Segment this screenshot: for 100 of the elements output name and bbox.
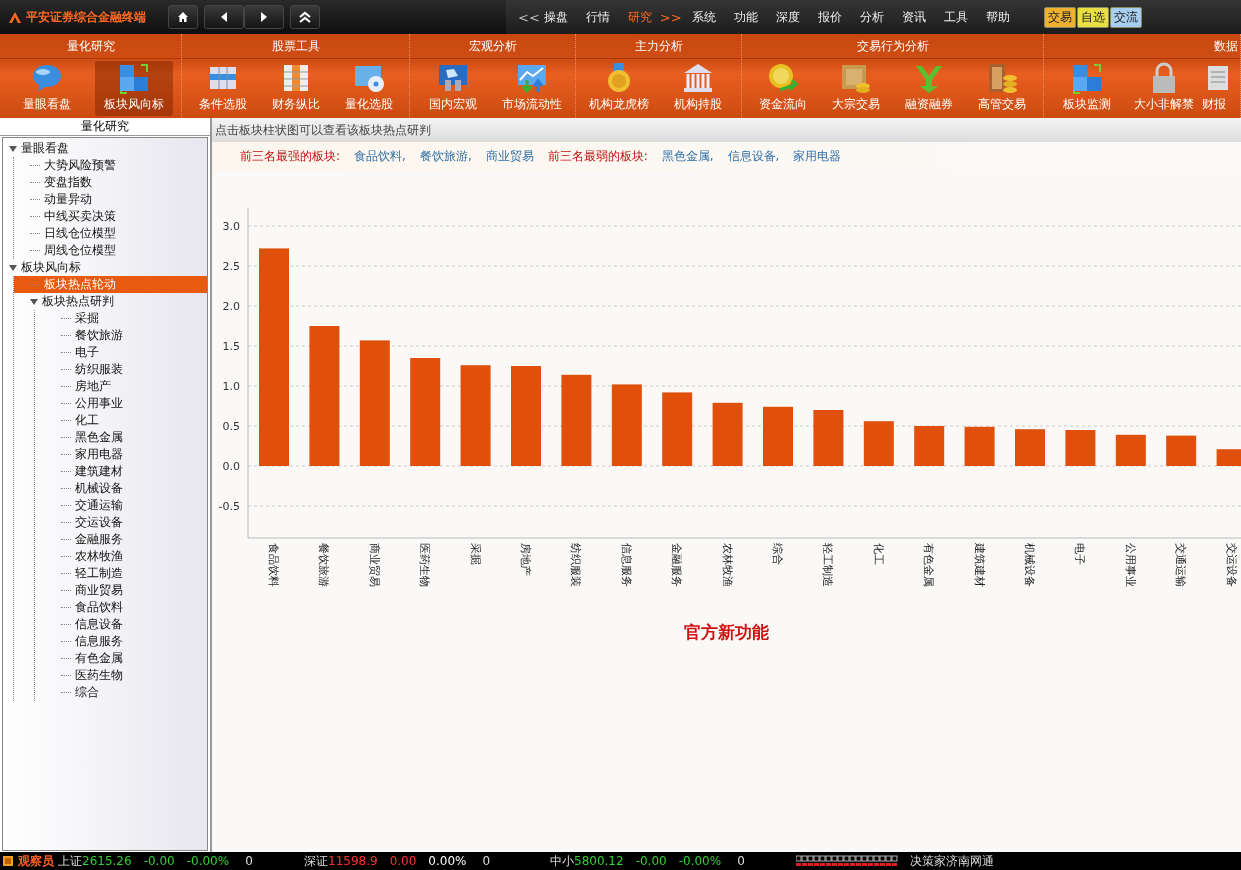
bar[interactable] (712, 402, 743, 466)
back-button[interactable] (204, 5, 244, 29)
bar[interactable] (813, 410, 844, 466)
toolbar-button[interactable]: 财报 (1202, 61, 1236, 116)
tree-item[interactable]: 黑色金属 (35, 429, 207, 446)
menu-item[interactable]: 工具 (943, 8, 968, 26)
quick-button[interactable]: 自选 (1076, 6, 1109, 28)
tree-item[interactable]: 医药生物 (35, 667, 207, 684)
tree-item[interactable]: 餐饮旅游 (35, 327, 207, 344)
tree-item[interactable]: 纺织服装 (35, 361, 207, 378)
bar[interactable] (914, 426, 945, 466)
tree-item[interactable]: 日线仓位模型 (14, 225, 207, 242)
toolbar-button[interactable]: 市场流动性 (492, 61, 571, 116)
tree-item[interactable]: 商业贸易 (35, 582, 207, 599)
tree-item[interactable]: 建筑建材 (35, 463, 207, 480)
bar[interactable] (460, 365, 491, 466)
rank-label: 前三名最强的板块: (240, 148, 341, 165)
bar[interactable] (561, 374, 592, 466)
menu-item[interactable]: 帮助 (985, 8, 1010, 26)
tree-item[interactable]: 有色金属 (35, 650, 207, 667)
bar[interactable] (964, 426, 995, 466)
tree-item[interactable]: 板块风向标 (3, 259, 207, 276)
collapse-button[interactable] (290, 5, 320, 29)
tree-item[interactable]: 化工 (35, 412, 207, 429)
sector-link[interactable]: 商业贸易 (485, 148, 534, 165)
tree-item[interactable]: 农林牧渔 (35, 548, 207, 565)
tree-item[interactable]: 家用电器 (35, 446, 207, 463)
bar[interactable] (1065, 430, 1096, 466)
menu-item[interactable]: 报价 (817, 8, 842, 26)
tree-item[interactable]: 板块热点轮动 (14, 276, 207, 293)
quick-button[interactable]: 交易 (1043, 6, 1076, 28)
index-name: 深证 (304, 852, 328, 870)
tree-item[interactable]: 信息服务 (35, 633, 207, 650)
toolbar-button[interactable]: 国内宏观 (414, 61, 493, 116)
tree-item[interactable]: 机械设备 (35, 480, 207, 497)
bar[interactable] (611, 384, 642, 466)
toolbar-button[interactable]: 融资融券 (892, 61, 966, 116)
tree-item[interactable]: 金融服务 (35, 531, 207, 548)
index-volume: 0 (245, 854, 253, 868)
tree-item[interactable]: 综合 (35, 684, 207, 701)
toolbar-button[interactable]: 机构持股 (658, 61, 737, 116)
tree-item[interactable]: 食品饮料 (35, 599, 207, 616)
x-tick-label: 综合 (771, 543, 784, 565)
menu-item[interactable]: 资讯 (901, 8, 926, 26)
tree-item[interactable]: 交运设备 (35, 514, 207, 531)
menu-item[interactable]: 系统 (691, 8, 716, 26)
forward-button[interactable] (244, 5, 284, 29)
bar[interactable] (1216, 449, 1241, 466)
sector-link[interactable]: 食品饮料, (354, 148, 406, 165)
home-icon (177, 11, 189, 23)
tree-item[interactable]: 轻工制造 (35, 565, 207, 582)
toolbar-button[interactable]: 量眼看盘 (8, 61, 87, 116)
sector-link[interactable]: 信息设备, (727, 148, 780, 165)
toolbar-button[interactable]: 板块监测 (1048, 61, 1125, 116)
bar[interactable] (410, 358, 441, 466)
toolbar-button[interactable]: 高管交易 (965, 61, 1039, 116)
menu-item[interactable]: 分析 (859, 8, 884, 26)
quick-button[interactable]: 交流 (1109, 6, 1142, 28)
tree-item[interactable]: 变盘指数 (14, 174, 207, 191)
tree-item[interactable]: 周线仓位模型 (14, 242, 207, 259)
sector-link[interactable]: 餐饮旅游, (419, 148, 472, 165)
menu-item[interactable]: 深度 (775, 8, 800, 26)
toolbar-button[interactable]: 板块风向标 (94, 61, 173, 116)
tree-item[interactable]: 采掘 (35, 310, 207, 327)
toolbar-button[interactable]: 大小非解禁 (1125, 61, 1202, 116)
toolbar-button[interactable]: 机构龙虎榜 (580, 61, 659, 116)
home-button[interactable] (168, 5, 198, 29)
toolbar-button[interactable]: 条件选股 (186, 61, 259, 116)
section-title: 数据 (1214, 37, 1238, 55)
tree-item[interactable]: 中线买卖决策 (14, 208, 207, 225)
menu-item[interactable]: 操盘 (543, 8, 568, 26)
bar[interactable] (1115, 434, 1146, 466)
y-tick-label: 1.0 (222, 380, 240, 393)
tree-item[interactable]: 量眼看盘 (3, 140, 207, 157)
toolbar-button[interactable]: 量化选股 (332, 61, 405, 116)
user-icon (2, 855, 14, 867)
menu-item[interactable]: 研究 (627, 8, 652, 26)
bar[interactable] (863, 421, 894, 466)
double-chevron-up-icon (298, 11, 312, 23)
sector-link[interactable]: 家用电器 (793, 148, 842, 165)
tree-item[interactable]: 信息设备 (35, 616, 207, 633)
bar[interactable] (662, 392, 693, 466)
tree-item[interactable]: 动量异动 (14, 191, 207, 208)
sector-link[interactable]: 黑色金属, (661, 148, 714, 165)
menu-item[interactable]: 行情 (585, 8, 610, 26)
tree-item[interactable]: 交通运输 (35, 497, 207, 514)
menu-item[interactable]: 功能 (733, 8, 758, 26)
tree-item[interactable]: 板块热点研判 (14, 293, 207, 310)
bar[interactable] (309, 326, 340, 466)
rank-label: 前三名最弱的板块: (547, 148, 648, 165)
toolbar-button[interactable]: 大宗交易 (819, 61, 893, 116)
panel-title: 量化研究 (0, 118, 210, 136)
toolbar-button[interactable]: 财务纵比 (259, 61, 332, 116)
tree-item[interactable]: 电子 (35, 344, 207, 361)
bar[interactable] (359, 340, 390, 466)
tree-item[interactable]: 房地产 (35, 378, 207, 395)
tree-item[interactable]: 大势风险预警 (14, 157, 207, 174)
tree-item[interactable]: 公用事业 (35, 395, 207, 412)
toolbar-button[interactable]: 资金流向 (746, 61, 820, 116)
bar[interactable] (1166, 435, 1197, 466)
